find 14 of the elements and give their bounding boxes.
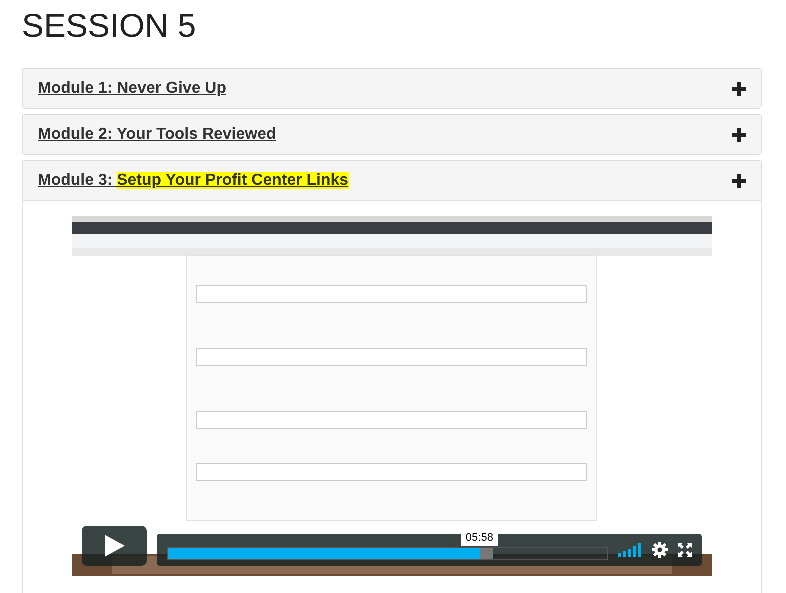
settings-icon[interactable] xyxy=(652,542,668,558)
fullscreen-icon[interactable] xyxy=(678,543,692,557)
page-title: SESSION 5 xyxy=(22,6,198,46)
plus-icon[interactable] xyxy=(732,82,746,96)
plus-icon[interactable] xyxy=(732,174,746,188)
plus-icon[interactable] xyxy=(732,128,746,142)
accordion-header[interactable]: Module 2: Your Tools Reviewed xyxy=(23,115,761,154)
play-button[interactable] xyxy=(82,526,147,566)
module-title-link[interactable]: Module 1: Never Give Up xyxy=(38,80,226,98)
accordion-header[interactable]: Module 3: Setup Your Profit Center Links xyxy=(23,161,761,201)
accordion-header[interactable]: Module 1: Never Give Up xyxy=(23,69,761,108)
play-icon xyxy=(104,535,124,557)
module-title-link[interactable]: Module 2: Your Tools Reviewed xyxy=(38,126,276,144)
volume-icon[interactable] xyxy=(618,543,642,557)
